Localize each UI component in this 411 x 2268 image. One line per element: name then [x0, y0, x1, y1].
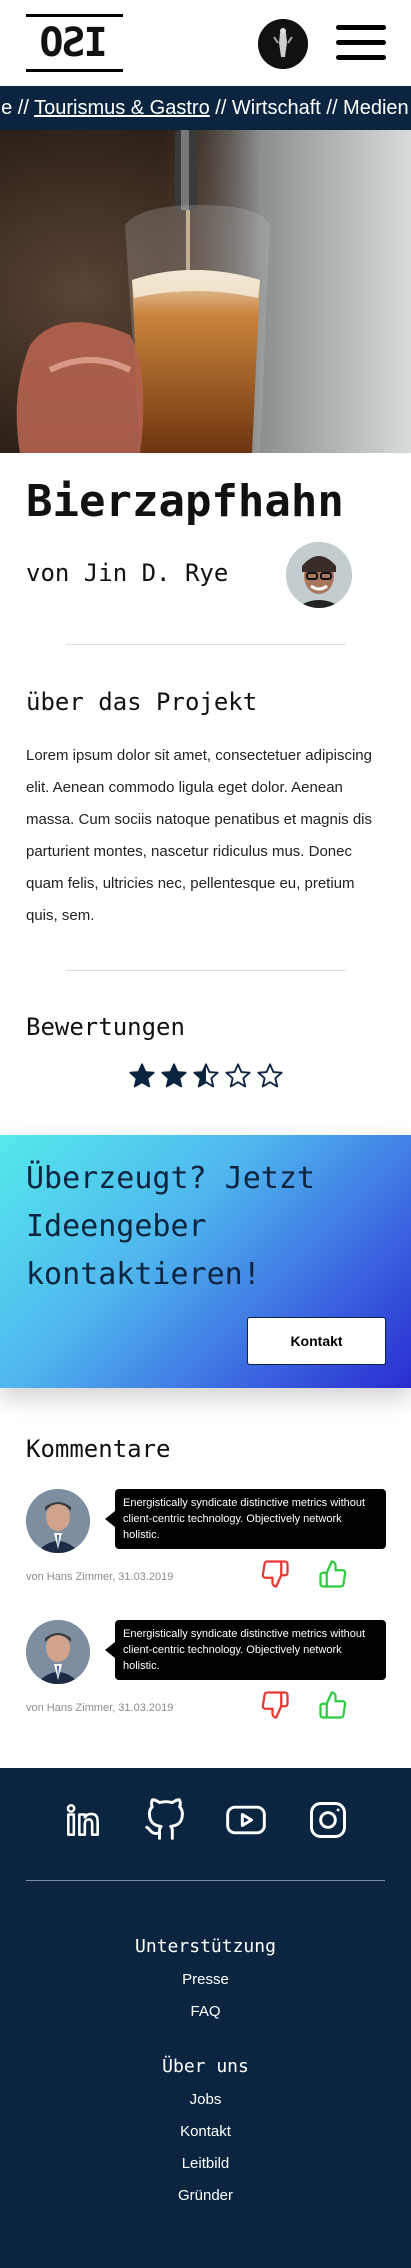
footer-link-leitbild[interactable]: Leitbild [0, 2155, 411, 2172]
thumbs-up-icon[interactable] [318, 1559, 348, 1589]
thumbs-down-icon[interactable] [260, 1690, 290, 1720]
divider [66, 644, 346, 645]
footer-link-gruender[interactable]: Gründer [0, 2187, 411, 2204]
contact-cta: Überzeugt? Jetzt Ideengeber kontaktieren… [0, 1135, 411, 1388]
site-logo[interactable]: ISO [26, 14, 123, 72]
logo-text: ISO [41, 20, 108, 66]
logo-bar-top [26, 14, 123, 17]
star-icon[interactable] [256, 1062, 284, 1090]
rating-heading: Bewertungen [26, 1013, 185, 1041]
menu-icon[interactable] [336, 23, 386, 63]
footer-link-kontakt[interactable]: Kontakt [0, 2123, 411, 2140]
thumbs-up-icon[interactable] [318, 1690, 348, 1720]
site-header: ISO [0, 0, 411, 86]
instagram-icon[interactable] [306, 1798, 350, 1842]
divider [66, 970, 346, 971]
star-icon[interactable] [192, 1062, 220, 1090]
thumbs-down-icon[interactable] [260, 1559, 290, 1589]
footer-support-heading: Unterstützung [135, 1936, 276, 1957]
comment-text: Energistically syndicate distinctive met… [105, 1489, 386, 1549]
profile-avatar[interactable] [258, 19, 308, 69]
contact-button[interactable]: Kontakt [247, 1317, 386, 1365]
github-icon[interactable] [143, 1798, 187, 1842]
comment-item: Energistically syndicate distinctive met… [0, 1620, 411, 1730]
comment-meta: von Hans Zimmer, 31.03.2019 [26, 1571, 174, 1583]
comment-meta: von Hans Zimmer, 31.03.2019 [26, 1702, 174, 1714]
comment-item: Energistically syndicate distinctive met… [0, 1489, 411, 1599]
ticker-active-category[interactable]: Tourismus & Gastro [34, 97, 210, 119]
menu-line [336, 55, 386, 60]
project-description: Lorem ipsum dolor sit amet, consectetuer… [26, 747, 373, 924]
hero-image [0, 130, 411, 453]
site-footer: Unterstützung Presse FAQ Über uns Jobs K… [0, 1768, 411, 2268]
comment-text: Energistically syndicate distinctive met… [105, 1620, 386, 1680]
cta-text: Überzeugt? Jetzt Ideengeber kontaktieren… [26, 1161, 315, 1292]
footer-link-presse[interactable]: Presse [0, 1971, 411, 1988]
category-ticker: rie // Tourismus & Gastro // Wirtschaft … [0, 86, 411, 130]
menu-line [336, 40, 386, 45]
menu-line [336, 25, 386, 30]
commenter-avatar[interactable] [26, 1489, 90, 1553]
star-icon[interactable] [224, 1062, 252, 1090]
author-avatar[interactable] [286, 542, 352, 608]
commenter-avatar[interactable] [26, 1620, 90, 1684]
ticker-suffix[interactable]: // Wirtschaft // Medien & [210, 97, 411, 119]
youtube-icon[interactable] [224, 1798, 268, 1842]
about-heading: über das Projekt [26, 688, 258, 716]
ticker-prefix[interactable]: rie // [0, 97, 34, 119]
project-author: von Jin D. Rye [26, 559, 229, 587]
footer-link-faq[interactable]: FAQ [0, 2003, 411, 2020]
logo-bar-bottom [26, 69, 123, 72]
star-icon[interactable] [128, 1062, 156, 1090]
star-icon[interactable] [160, 1062, 188, 1090]
linkedin-icon[interactable] [61, 1798, 105, 1842]
project-title: Bierzapfhahn [26, 476, 344, 527]
footer-divider [26, 1880, 385, 1881]
footer-about-heading: Über uns [162, 2056, 249, 2077]
footer-link-jobs[interactable]: Jobs [0, 2091, 411, 2108]
comments-heading: Kommentare [26, 1435, 171, 1463]
